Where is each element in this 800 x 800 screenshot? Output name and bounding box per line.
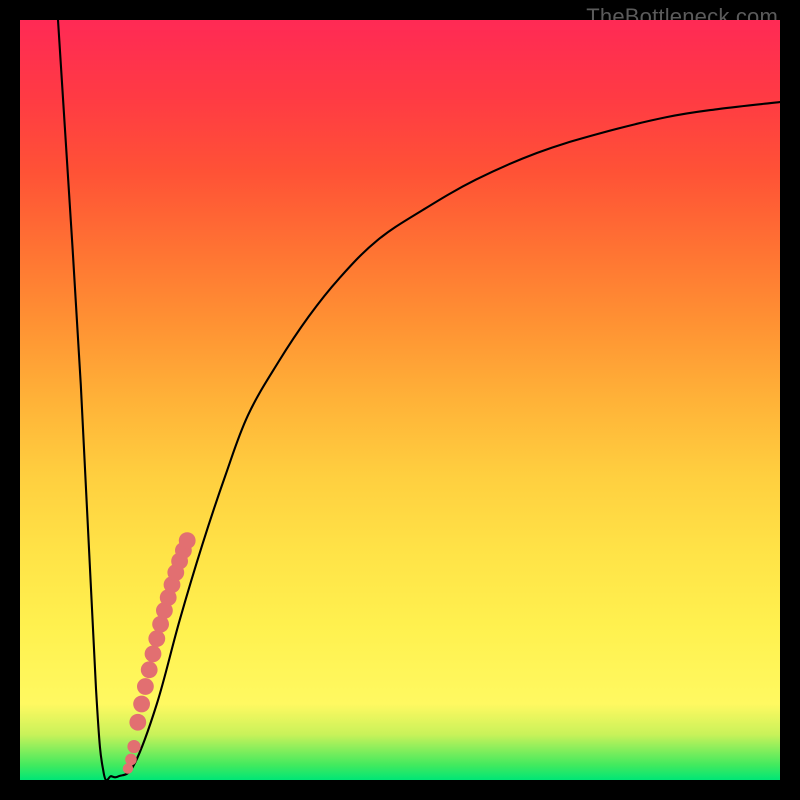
chart-svg xyxy=(20,20,780,780)
bottleneck-curve xyxy=(58,20,780,780)
plot-area xyxy=(20,20,780,780)
highlight-dot xyxy=(127,740,140,753)
highlight-dots xyxy=(123,532,196,774)
highlight-dot xyxy=(145,645,162,662)
highlight-dot xyxy=(125,754,137,766)
highlight-dot xyxy=(179,532,196,549)
highlight-dot xyxy=(137,678,154,695)
highlight-dot xyxy=(129,714,146,731)
chart-frame: TheBottleneck.com xyxy=(0,0,800,800)
highlight-dot xyxy=(133,696,150,713)
highlight-dot xyxy=(148,630,165,647)
highlight-dot xyxy=(141,661,158,678)
